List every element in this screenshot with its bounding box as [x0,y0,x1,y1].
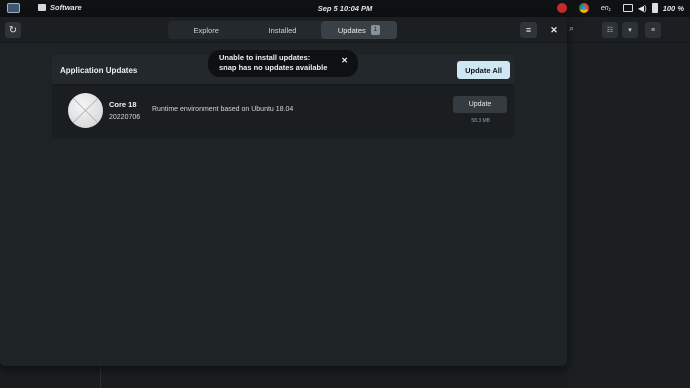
battery-percent: 100 % [662,3,684,13]
volume-icon: ◀) [637,3,647,13]
notification-line-2: snap has no updates available [219,63,328,72]
tab-label: Explore [193,25,219,35]
background-window: ⌕ ☷ ▾ ≡ [567,17,690,388]
tab-updates[interactable]: Updates 1 [320,21,397,39]
status-menu[interactable]: ◀) 100 % [622,3,684,13]
app-description: Runtime environment based on Ubuntu 18.0… [152,106,294,113]
tab-label: Installed [268,25,297,35]
notification-close-button[interactable]: ✕ [341,56,348,66]
download-size: 58.3 MB [471,118,490,124]
refresh-icon: ↻ [8,24,18,36]
error-notification: Unable to install updates: snap has no u… [208,50,358,77]
chrome-icon[interactable] [578,3,589,13]
background-window-headerbar: ⌕ ☷ ▾ ≡ [567,17,690,43]
battery-icon [651,3,658,13]
screen-icon [622,4,633,12]
update-button[interactable]: Update [453,96,507,113]
tab-installed[interactable]: Installed [244,21,320,39]
close-icon: ✕ [550,24,558,35]
updates-count-badge: 1 [370,25,380,35]
view-mode-icon[interactable]: ☷ [602,22,618,38]
system-top-bar: Software Sep 5 10:04 PM en₁ ◀) 100 % [0,0,690,17]
app-version: 20220706 [109,114,141,121]
update-notifier-icon[interactable] [556,3,567,13]
notification-line-1: Unable to install updates: [219,53,311,62]
background-window-bottom [0,366,567,388]
headerbar: ↻ Explore Installed Updates 1 ≡ ✕ [0,17,567,43]
system-tray: en₁ ◀) 100 % [556,3,684,13]
refresh-button[interactable]: ↻ [5,22,21,38]
chevron-down-icon[interactable]: ▾ [622,22,638,38]
section-title: Application Updates [60,66,138,75]
close-window-button[interactable]: ✕ [547,22,561,38]
view-switcher: Explore Installed Updates 1 [168,21,397,39]
divider [100,366,101,388]
app-icon [68,93,103,128]
tab-explore[interactable]: Explore [168,21,244,39]
main-menu-button[interactable]: ≡ [520,22,537,38]
hamburger-menu-icon: ≡ [525,25,532,35]
update-list-item[interactable]: Core 18 20220706 Runtime environment bas… [52,84,514,138]
search-icon[interactable]: ⌕ [569,23,574,34]
keyboard-layout-indicator[interactable]: en₁ [601,5,611,12]
tab-label: Updates [337,25,366,35]
hamburger-menu-icon[interactable]: ≡ [645,22,661,38]
update-all-button[interactable]: Update All [457,61,510,79]
app-name: Core 18 [109,100,137,109]
